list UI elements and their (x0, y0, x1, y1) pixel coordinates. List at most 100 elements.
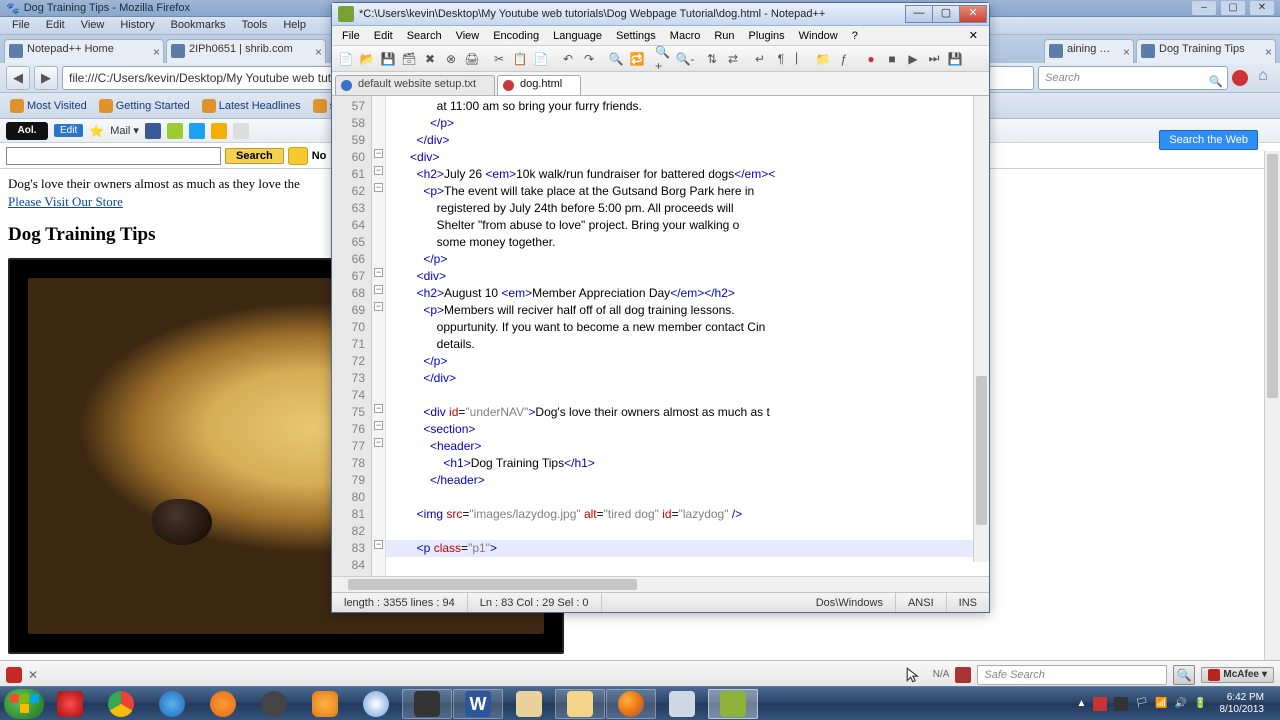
browser-tab[interactable]: aining Tips× (1044, 39, 1134, 63)
firefox-menu-file[interactable]: File (4, 17, 38, 34)
home-button[interactable]: ⌂ (1252, 67, 1274, 89)
browser-tab[interactable]: 2IPh0651 | shrib.com× (166, 39, 326, 63)
back-button[interactable]: ◀ (6, 66, 30, 90)
stop-macro-icon[interactable]: ■ (882, 49, 902, 69)
taskbar-movie[interactable] (249, 689, 299, 719)
function-list-icon[interactable]: ƒ (834, 49, 854, 69)
forward-button[interactable]: ▶ (34, 66, 58, 90)
tab-close-icon[interactable]: × (315, 45, 322, 59)
tray-network-icon[interactable]: 📶 (1155, 698, 1167, 709)
hscroll-thumb[interactable] (348, 579, 637, 590)
npp-menu-run[interactable]: Run (707, 28, 741, 44)
zoom-out-icon[interactable]: 🔍- (675, 49, 695, 69)
npp-menu-help[interactable]: ? (845, 28, 865, 44)
taskbar-chrome[interactable] (96, 689, 146, 719)
page-scrollbar[interactable] (1264, 151, 1280, 660)
mcafee-button[interactable]: McAfee▾ (1201, 667, 1274, 683)
close-file-icon[interactable]: ✖ (420, 49, 440, 69)
taskbar-firefox[interactable] (606, 689, 656, 719)
aol-logo-icon[interactable]: Aol. (6, 122, 48, 140)
save-all-icon[interactable]: 🗃 (399, 49, 419, 69)
close-button[interactable]: ✕ (1250, 1, 1274, 15)
wikipedia-icon[interactable] (233, 123, 249, 139)
tray-action-center-icon[interactable]: 🏳 (1135, 698, 1148, 709)
bookmark-item[interactable]: Getting Started (95, 97, 194, 115)
npp-close-button[interactable]: ✕ (959, 5, 987, 23)
fold-toggle-icon[interactable]: − (374, 149, 383, 158)
fold-toggle-icon[interactable]: − (374, 438, 383, 447)
notepadpp-titlebar[interactable]: *C:\Users\kevin\Desktop\My Youtube web t… (332, 3, 989, 26)
norton-icon[interactable] (288, 147, 308, 165)
npp-menu-macro[interactable]: Macro (663, 28, 708, 44)
fold-gutter[interactable]: − − − − − − − − − − (372, 96, 386, 576)
star-icon[interactable]: ⭐ (89, 124, 104, 138)
fold-toggle-icon[interactable]: − (374, 540, 383, 549)
fold-toggle-icon[interactable]: − (374, 285, 383, 294)
close-all-icon[interactable]: ⊗ (441, 49, 461, 69)
play-multi-icon[interactable]: ⏭ (924, 49, 944, 69)
safe-search-button[interactable]: 🔍 (1173, 665, 1195, 685)
play-macro-icon[interactable]: ▶ (903, 49, 923, 69)
browser-tab[interactable]: Notepad++ Home× (4, 39, 164, 63)
npp-minimize-button[interactable]: — (905, 5, 933, 23)
taskbar-opera[interactable] (45, 689, 95, 719)
tray-security-icon[interactable] (1093, 697, 1107, 711)
ebay-icon[interactable] (211, 123, 227, 139)
show-all-icon[interactable]: ¶ (771, 49, 791, 69)
twitter-icon[interactable] (189, 123, 205, 139)
editor-hscrollbar[interactable] (332, 576, 989, 592)
fold-toggle-icon[interactable]: − (374, 166, 383, 175)
fold-toggle-icon[interactable]: − (374, 268, 383, 277)
cut-icon[interactable]: ✂ (489, 49, 509, 69)
taskbar-obs[interactable] (402, 689, 452, 719)
aol-search-input[interactable] (6, 147, 221, 165)
wordwrap-icon[interactable]: ↵ (750, 49, 770, 69)
bookmark-item[interactable]: Latest Headlines (198, 97, 305, 115)
sync-v-icon[interactable]: ⇅ (702, 49, 722, 69)
indent-guide-icon[interactable]: ⎸ (792, 49, 812, 69)
firefox-menu-tools[interactable]: Tools (234, 17, 276, 34)
adblock-icon[interactable] (6, 667, 22, 683)
npp-menu-search[interactable]: Search (400, 28, 449, 44)
tray-app-icon[interactable] (1114, 697, 1128, 711)
npp-menu-encoding[interactable]: Encoding (486, 28, 546, 44)
firefox-menu-help[interactable]: Help (275, 17, 314, 34)
taskbar-wmp[interactable] (198, 689, 248, 719)
tab-close-icon[interactable]: × (153, 45, 160, 59)
folder-tool-icon[interactable]: 📁 (813, 49, 833, 69)
firefox-menu-bookmarks[interactable]: Bookmarks (163, 17, 234, 34)
tray-chevron-up-icon[interactable]: ▲ (1077, 698, 1087, 709)
search-web-button[interactable]: Search the Web (1159, 130, 1258, 150)
editor-vscrollbar[interactable] (973, 96, 989, 562)
redo-icon[interactable]: ↷ (579, 49, 599, 69)
tab-close-icon[interactable]: × (1123, 45, 1130, 59)
sync-h-icon[interactable]: ⇄ (723, 49, 743, 69)
find-icon[interactable]: 🔍 (606, 49, 626, 69)
taskbar-notepadpp[interactable] (708, 689, 758, 719)
npp-menu-file[interactable]: File (335, 28, 367, 44)
tray-volume-icon[interactable]: 🔊 (1175, 698, 1187, 709)
tab-close-icon[interactable]: × (1265, 45, 1272, 59)
shield-icon[interactable] (955, 667, 971, 683)
vscroll-thumb[interactable] (976, 376, 987, 525)
code-area[interactable]: at 11:00 am so bring your furry friends.… (386, 96, 989, 576)
npp-menu-window[interactable]: Window (792, 28, 845, 44)
browser-search-field[interactable]: Search🔍 (1038, 66, 1228, 90)
record-icon[interactable] (1232, 70, 1248, 86)
editor-tab[interactable]: dog.html (497, 75, 581, 95)
minimize-button[interactable]: – (1192, 1, 1216, 15)
replace-icon[interactable]: 🔁 (627, 49, 647, 69)
undo-icon[interactable]: ↶ (558, 49, 578, 69)
npp-menu-edit[interactable]: Edit (367, 28, 400, 44)
maximize-button[interactable]: ▢ (1221, 1, 1245, 15)
fold-toggle-icon[interactable]: − (374, 404, 383, 413)
taskbar-explorer[interactable] (555, 689, 605, 719)
npp-menu-view[interactable]: View (449, 28, 487, 44)
tray-battery-icon[interactable]: 🔋 (1194, 698, 1206, 709)
fold-toggle-icon[interactable]: − (374, 302, 383, 311)
npp-menu-plugins[interactable]: Plugins (742, 28, 792, 44)
fold-toggle-icon[interactable]: − (374, 421, 383, 430)
fold-toggle-icon[interactable]: − (374, 183, 383, 192)
share-icon[interactable] (167, 123, 183, 139)
firefox-menu-history[interactable]: History (112, 17, 162, 34)
